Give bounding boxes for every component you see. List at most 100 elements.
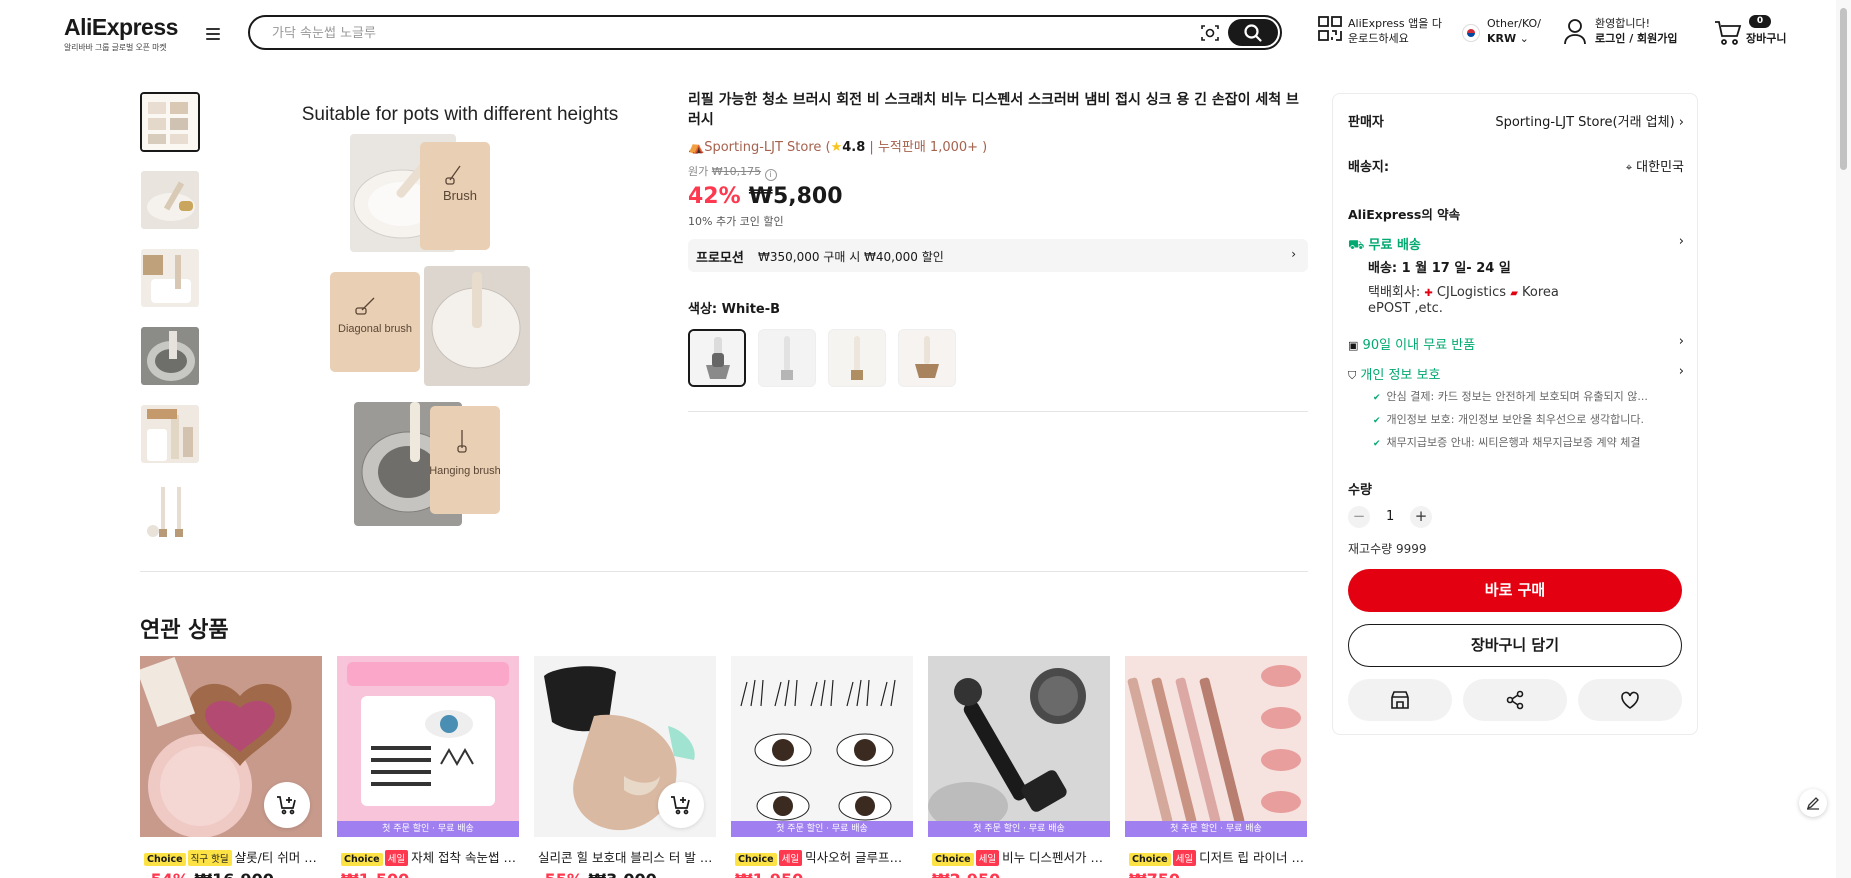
sale-badge: 세일 [975,850,1000,866]
ship-to-label: 배송지: [1348,160,1390,175]
swatch-3[interactable] [828,329,886,387]
store-link[interactable]: Sporting-LJT Store [704,140,821,155]
cart-label[interactable]: 장바구니 [1746,31,1786,46]
related-products-title: 연관 상품 [140,618,229,643]
related-product-6[interactable]: 첫 주문 할인 · 무료 배송 Choice세일디저트 립 라이너 펜슬 ₩75… [1125,656,1307,878]
privacy-row[interactable]: ⛉ 개인 정보 보호 › [1348,364,1684,383]
thumbnail-6[interactable] [140,482,200,542]
product-name: 디저트 립 라이너 펜슬 [1199,850,1307,865]
carrier-1: CJLogistics [1436,285,1507,300]
free-shipping-row[interactable]: ⛟ 무료 배송 › [1348,234,1684,255]
product-image[interactable] [1125,656,1307,837]
truck-icon: ⛟ [1348,238,1365,253]
thumbnail-2[interactable] [140,170,200,230]
related-product-1[interactable]: Choice직구 핫딜샬롯/티 쉬머 하이라이터 -54% ₩16,900 [140,656,322,878]
buy-now-button[interactable]: 바로 구매 [1348,569,1682,612]
search-bar [248,15,1282,50]
divider [140,571,1308,572]
app-download-link[interactable]: AliExpress 앱을 다 운로드하세요 [1348,16,1442,46]
swatch-white-b[interactable] [688,329,746,387]
free-return-row[interactable]: ▣ 90일 이내 무료 반품 › [1348,334,1684,353]
product-name: 자체 접착 속눈썹 세트 [411,850,519,865]
product-name-line: Choice 세일 자체 접착 속눈썹 세트 [341,847,519,866]
add-cart-icon [671,796,690,815]
search-input[interactable] [272,23,1172,43]
quantity-plus-button[interactable]: + [1410,506,1432,528]
product-price: ₩2,950 [932,870,1000,878]
quantity-label: 수량 [1348,483,1372,498]
product-image[interactable] [337,656,519,837]
related-product-3[interactable]: 실리콘 힐 보호대 블리스 터 발 보호 -55% ₩3,000 [534,656,716,878]
sale-price: ₩5,800 [748,184,843,209]
search-button[interactable] [1228,19,1278,46]
related-product-5[interactable]: 첫 주문 할인 · 무료 배송 Choice세일비누 디스펜서가 있는 브러시 … [928,656,1110,878]
swatch-4[interactable] [898,329,956,387]
quantity-value[interactable]: 1 [1386,509,1394,524]
ship-to-row[interactable]: 배송지: ⌖ 대한민국 [1348,156,1684,175]
hamburger-icon[interactable] [206,28,220,40]
chevron-down-icon: ⌄ [1519,32,1529,45]
heart-icon [1621,691,1639,709]
product-price-value: ₩750 [1129,870,1180,878]
edit-icon [1806,797,1819,810]
share-button[interactable] [1463,679,1567,721]
thumbnail-4[interactable] [140,326,200,386]
add-to-cart-button[interactable]: 장바구니 담기 [1348,624,1682,667]
product-image[interactable] [731,656,913,837]
first-order-strip: 첫 주문 할인 · 무료 배송 [1125,821,1307,837]
shield-icon: ⛉ [1348,369,1357,382]
price-row: 42% ₩5,800 [688,184,1308,209]
edit-button[interactable] [1799,789,1827,817]
main-product-image[interactable]: Suitable for pots with different heights… [260,92,660,532]
add-cart-button[interactable] [658,782,704,828]
thumbnail-3[interactable] [140,248,200,308]
product-price-value: ₩3,000 [589,870,657,878]
product-title: 리필 가능한 청소 브러시 회전 비 스크래치 비누 디스펜서 스크러버 냄비 … [688,92,1299,128]
chevron-right-icon: › [1678,334,1684,349]
product-image[interactable] [928,656,1110,837]
promotion-text: ₩350,000 구매 시 ₩40,000 할인 [758,250,944,264]
return-icon: ▣ [1348,339,1359,352]
swatch-2[interactable] [758,329,816,387]
store-button[interactable] [1348,679,1452,721]
panel-label-brush: Brush [443,188,477,203]
wishlist-button[interactable] [1578,679,1682,721]
thumbnail-5[interactable] [140,404,200,464]
account-menu[interactable]: 환영합니다! 로그인 / 회원가입 [1595,16,1678,46]
scrollbar-thumb[interactable] [1840,8,1847,170]
stock-count: 재고수량 9999 [1348,542,1427,556]
chevron-right-icon: › [1678,364,1684,379]
choice-badge: Choice [144,853,186,866]
qr-icon[interactable] [1317,15,1343,47]
seller-label: 판매자 [1348,115,1384,130]
quantity-minus-button[interactable]: − [1348,506,1370,528]
carrier-2: Korea [1522,285,1559,300]
promotion-banner[interactable]: 프로모션 ₩350,000 구매 시 ₩40,000 할인 › [688,239,1308,272]
thumbnail-1[interactable] [140,92,200,152]
product-name: 실리콘 힐 보호대 블리스 터 발 보호 [538,850,716,865]
product-price-value: ₩1,950 [735,870,803,878]
first-order-strip: 첫 주문 할인 · 무료 배송 [731,821,913,837]
add-cart-button[interactable] [264,782,310,828]
related-product-2[interactable]: 첫 주문 할인 · 무료 배송 Choice세일자체 접착 속눈썹 세트 ₩1,… [337,656,519,878]
user-icon[interactable] [1563,18,1587,50]
product-price: -54% ₩16,900 [144,870,274,878]
login-signup-link[interactable]: 로그인 / 회원가입 [1595,32,1678,45]
region-currency-selector[interactable]: Other/KO/ KRW ⌄ [1487,16,1541,46]
related-product-4[interactable]: 첫 주문 할인 · 무료 배송 Choice세일믹사오허 글루프리 속눈썹 ₩1… [731,656,913,878]
info-icon[interactable]: i [764,169,777,181]
region-line1: Other/KO/ [1487,17,1541,30]
choice-badge: Choice [1129,853,1171,866]
choice-badge: Choice [932,853,974,866]
product-price: ₩1,500 [341,870,409,878]
camera-search-icon[interactable] [1198,21,1222,45]
page-scrollbar[interactable] [1836,0,1851,878]
product-name-line: Choice 세일 디저트 립 라이너 펜슬 [1129,847,1307,866]
check-item-privacy: 개인정보 보호: 개인정보 보안을 최우선으로 생각합니다. [1373,411,1673,427]
store-line: ⛺Sporting-LJT Store (★4.8 | 누적판매 1,000+ … [688,140,988,155]
seller-row[interactable]: 판매자 Sporting-LJT Store(거래 업체) › [1348,111,1684,130]
cart-icon[interactable] [1714,20,1742,50]
aliexpress-logo[interactable]: AliExpress 알리바바 그룹 글로벌 오픈 마켓 [64,14,178,53]
choice-badge: Choice [735,853,777,866]
carrier-more: ePOST ,etc. [1368,301,1443,316]
